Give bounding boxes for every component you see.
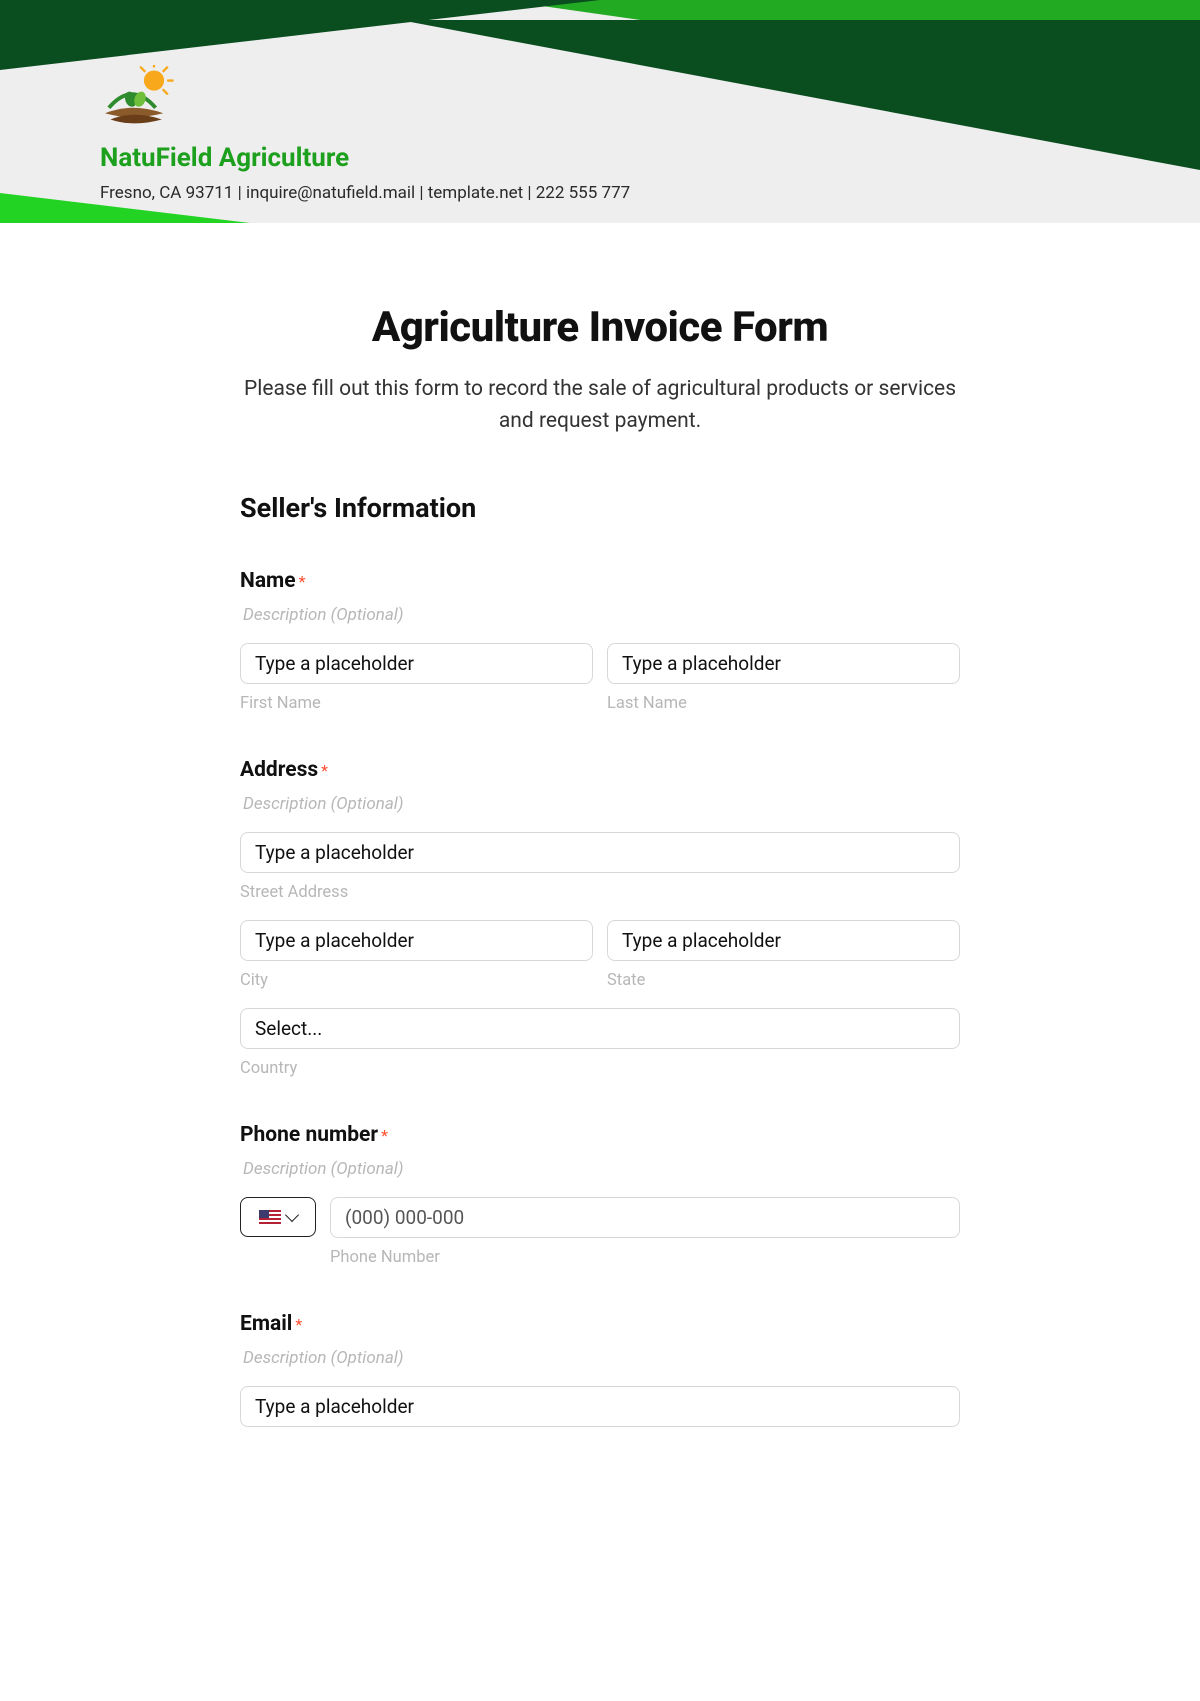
form-subtitle: Please fill out this form to record the … <box>240 374 960 437</box>
sublabel-country: Country <box>240 1059 960 1078</box>
us-flag-icon <box>259 1210 281 1224</box>
email-input[interactable] <box>240 1386 960 1427</box>
field-phone: Phone number* Description (Optional) Pho… <box>240 1123 960 1267</box>
sublabel-city: City <box>240 971 593 990</box>
required-indicator: * <box>321 761 328 780</box>
label-phone: Phone number <box>240 1123 378 1147</box>
phone-number-input[interactable] <box>330 1197 960 1238</box>
required-indicator: * <box>295 1315 302 1334</box>
field-name: Name* Description (Optional) First Name … <box>240 569 960 713</box>
desc-email: Description (Optional) <box>243 1348 960 1368</box>
country-code-button[interactable] <box>240 1197 316 1237</box>
sublabel-last-name: Last Name <box>607 694 960 713</box>
last-name-input[interactable] <box>607 643 960 684</box>
first-name-input[interactable] <box>240 643 593 684</box>
sublabel-phone: Phone Number <box>330 1248 960 1267</box>
field-email: Email* Description (Optional) <box>240 1312 960 1427</box>
desc-address: Description (Optional) <box>243 794 960 814</box>
required-indicator: * <box>381 1126 388 1145</box>
street-address-input[interactable] <box>240 832 960 873</box>
sublabel-street: Street Address <box>240 883 960 902</box>
form-title: Agriculture Invoice Form <box>240 303 960 352</box>
banner-accent-dark-green-left <box>0 0 600 70</box>
label-name: Name <box>240 569 296 593</box>
label-email: Email <box>240 1312 292 1336</box>
label-address: Address <box>240 758 318 782</box>
desc-phone: Description (Optional) <box>243 1159 960 1179</box>
header-banner: NatuField Agriculture Fresno, CA 93711 |… <box>0 0 1200 223</box>
city-input[interactable] <box>240 920 593 961</box>
company-name: NatuField Agriculture <box>100 143 630 173</box>
sublabel-first-name: First Name <box>240 694 593 713</box>
chevron-down-icon <box>285 1208 299 1222</box>
company-info: Fresno, CA 93711 | inquire@natufield.mai… <box>100 183 630 203</box>
sublabel-state: State <box>607 971 960 990</box>
desc-name: Description (Optional) <box>243 605 960 625</box>
section-seller-info: Seller's Information <box>240 492 960 524</box>
required-indicator: * <box>299 572 306 591</box>
company-logo-icon <box>100 65 630 139</box>
state-input[interactable] <box>607 920 960 961</box>
field-address: Address* Description (Optional) Street A… <box>240 758 960 1078</box>
country-select[interactable] <box>240 1008 960 1049</box>
